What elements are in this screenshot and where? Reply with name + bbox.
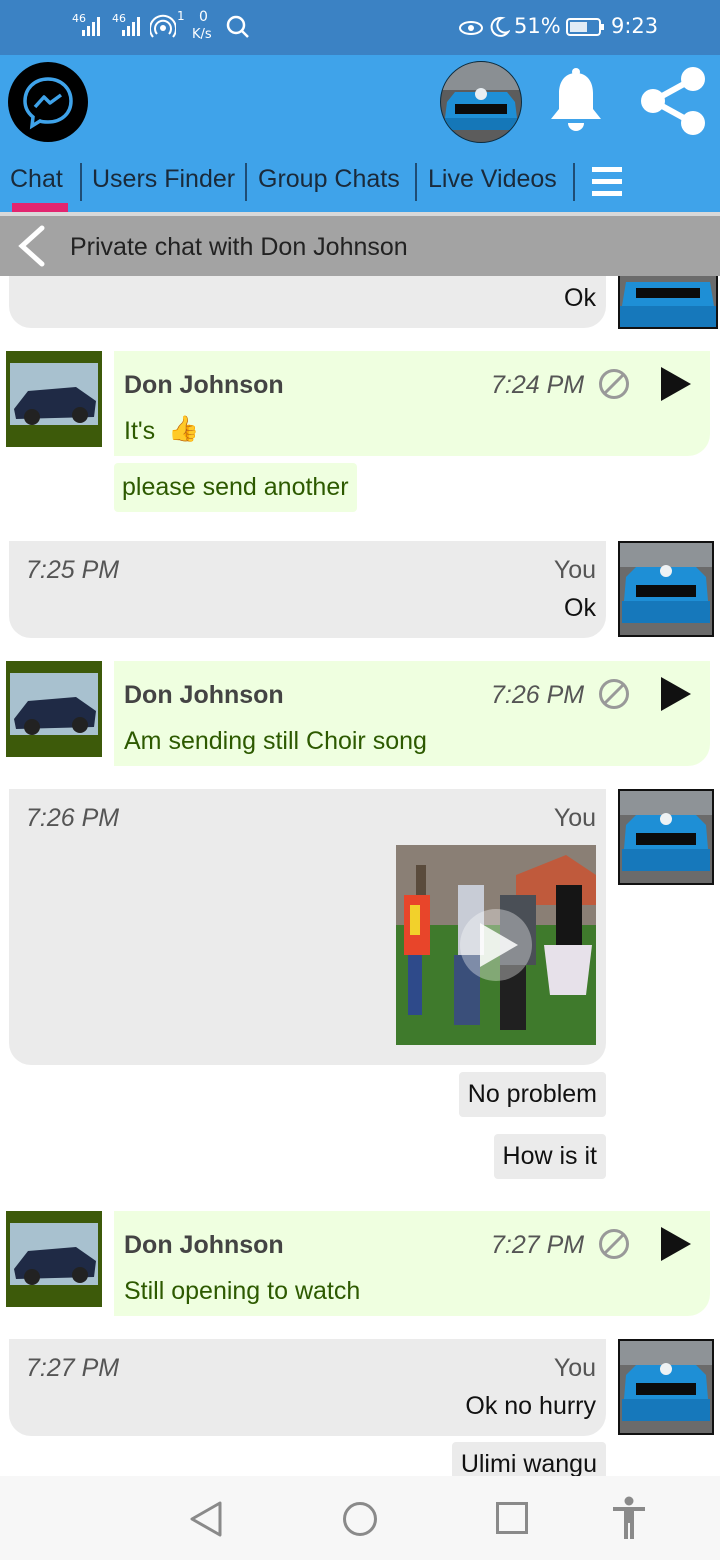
incoming-message: Don Johnson 7:27 PM Still opening to wat… [114,1211,710,1316]
messenger-icon[interactable] [8,62,88,142]
incoming-message: Don Johnson 7:24 PM It's 👍 [114,351,710,456]
block-icon[interactable] [598,678,630,710]
active-tab-indicator [12,203,68,212]
share-icon[interactable] [638,65,708,137]
outgoing-followup-message: No problem [458,1072,606,1117]
tab-divider [415,163,417,201]
sender-name: Don Johnson [124,681,284,709]
sender-name: Don Johnson [124,371,284,399]
triangle-back-icon[interactable] [188,1500,224,1538]
battery-icon [566,18,604,36]
accessibility-icon[interactable] [610,1496,648,1540]
message-time: 7:25 PM [26,556,120,584]
sender-avatar[interactable] [6,1211,102,1307]
app-header: Chat Users Finder Group Chats Live Video… [0,55,720,212]
speed-unit: K/s [192,27,212,42]
sender-avatar[interactable] [6,661,102,757]
message-list[interactable]: Ok Don Johnson 7:24 PM It's 👍 please sen… [0,276,720,1476]
message-text: Am sending still Choir song [124,727,427,755]
my-avatar[interactable] [618,276,718,329]
speed-value: 0 [199,9,208,25]
tab-divider [573,163,575,201]
video-thumbnail[interactable] [396,845,596,1045]
tab-divider [245,163,247,201]
signal-icon-1 [82,17,100,36]
moon-icon [490,16,510,37]
system-nav-bar [0,1476,720,1560]
play-icon[interactable] [659,1225,693,1263]
tab-users-finder[interactable]: Users Finder [92,165,235,194]
outgoing-message: 7:27 PM You Ok no hurry [9,1339,606,1436]
hotspot-count: 1 [177,9,185,23]
message-text: Ok [564,284,596,312]
message-time: 7:26 PM [26,804,120,832]
back-chevron-icon[interactable] [14,224,50,268]
hamburger-icon[interactable] [590,163,624,199]
incoming-message: Don Johnson 7:26 PM Am sending still Cho… [114,661,710,766]
tab-group-chats[interactable]: Group Chats [258,165,400,194]
block-icon[interactable] [598,368,630,400]
signal-icon-2 [122,17,140,36]
message-text: It's [124,417,156,445]
tab-chat[interactable]: Chat [10,165,63,194]
block-icon[interactable] [598,1228,630,1260]
sender-avatar[interactable] [6,351,102,447]
bell-icon[interactable] [545,67,607,137]
chat-subheader: Private chat with Don Johnson [0,216,720,276]
search-notification-icon [226,15,249,38]
outgoing-followup-message: How is it [493,1134,606,1179]
outgoing-followup-message: Ulimi wangu [451,1442,606,1476]
author-label: You [553,1354,596,1382]
outgoing-message: 7:25 PM You Ok [9,541,606,638]
circle-home-icon[interactable] [341,1500,379,1538]
tab-live-videos[interactable]: Live Videos [428,165,557,194]
play-icon[interactable] [659,365,693,403]
sender-name: Don Johnson [124,1231,284,1259]
user-avatar[interactable] [440,61,522,143]
message-text: Ok [564,594,596,622]
tab-divider [80,163,82,201]
eye-comfort-icon [459,21,483,35]
message-time: 7:27 PM [26,1354,120,1382]
my-avatar[interactable] [618,1339,714,1435]
hotspot-icon [150,14,176,38]
play-icon[interactable] [659,675,693,713]
my-avatar[interactable] [618,789,714,885]
author-label: You [553,556,596,584]
my-avatar[interactable] [618,541,714,637]
thumbs-up-emoji: 👍 [168,415,200,443]
author-label: You [553,804,596,832]
status-bar: 46 46 1 0 K/s 51% 9:23 [0,0,720,55]
message-text: Ok no hurry [465,1392,596,1420]
square-recents-icon[interactable] [495,1501,529,1535]
message-time: 7:26 PM [491,681,585,709]
tab-bar: Chat Users Finder Group Chats Live Video… [0,155,720,212]
battery-percent: 51% [514,14,561,38]
clock: 9:23 [611,14,659,38]
message-text: Still opening to watch [124,1277,361,1305]
message-time: 7:27 PM [491,1231,585,1259]
message-time: 7:24 PM [491,371,585,399]
chat-title: Private chat with Don Johnson [70,233,408,261]
outgoing-message: Ok [9,276,606,328]
incoming-followup-message: please send another [114,463,357,512]
